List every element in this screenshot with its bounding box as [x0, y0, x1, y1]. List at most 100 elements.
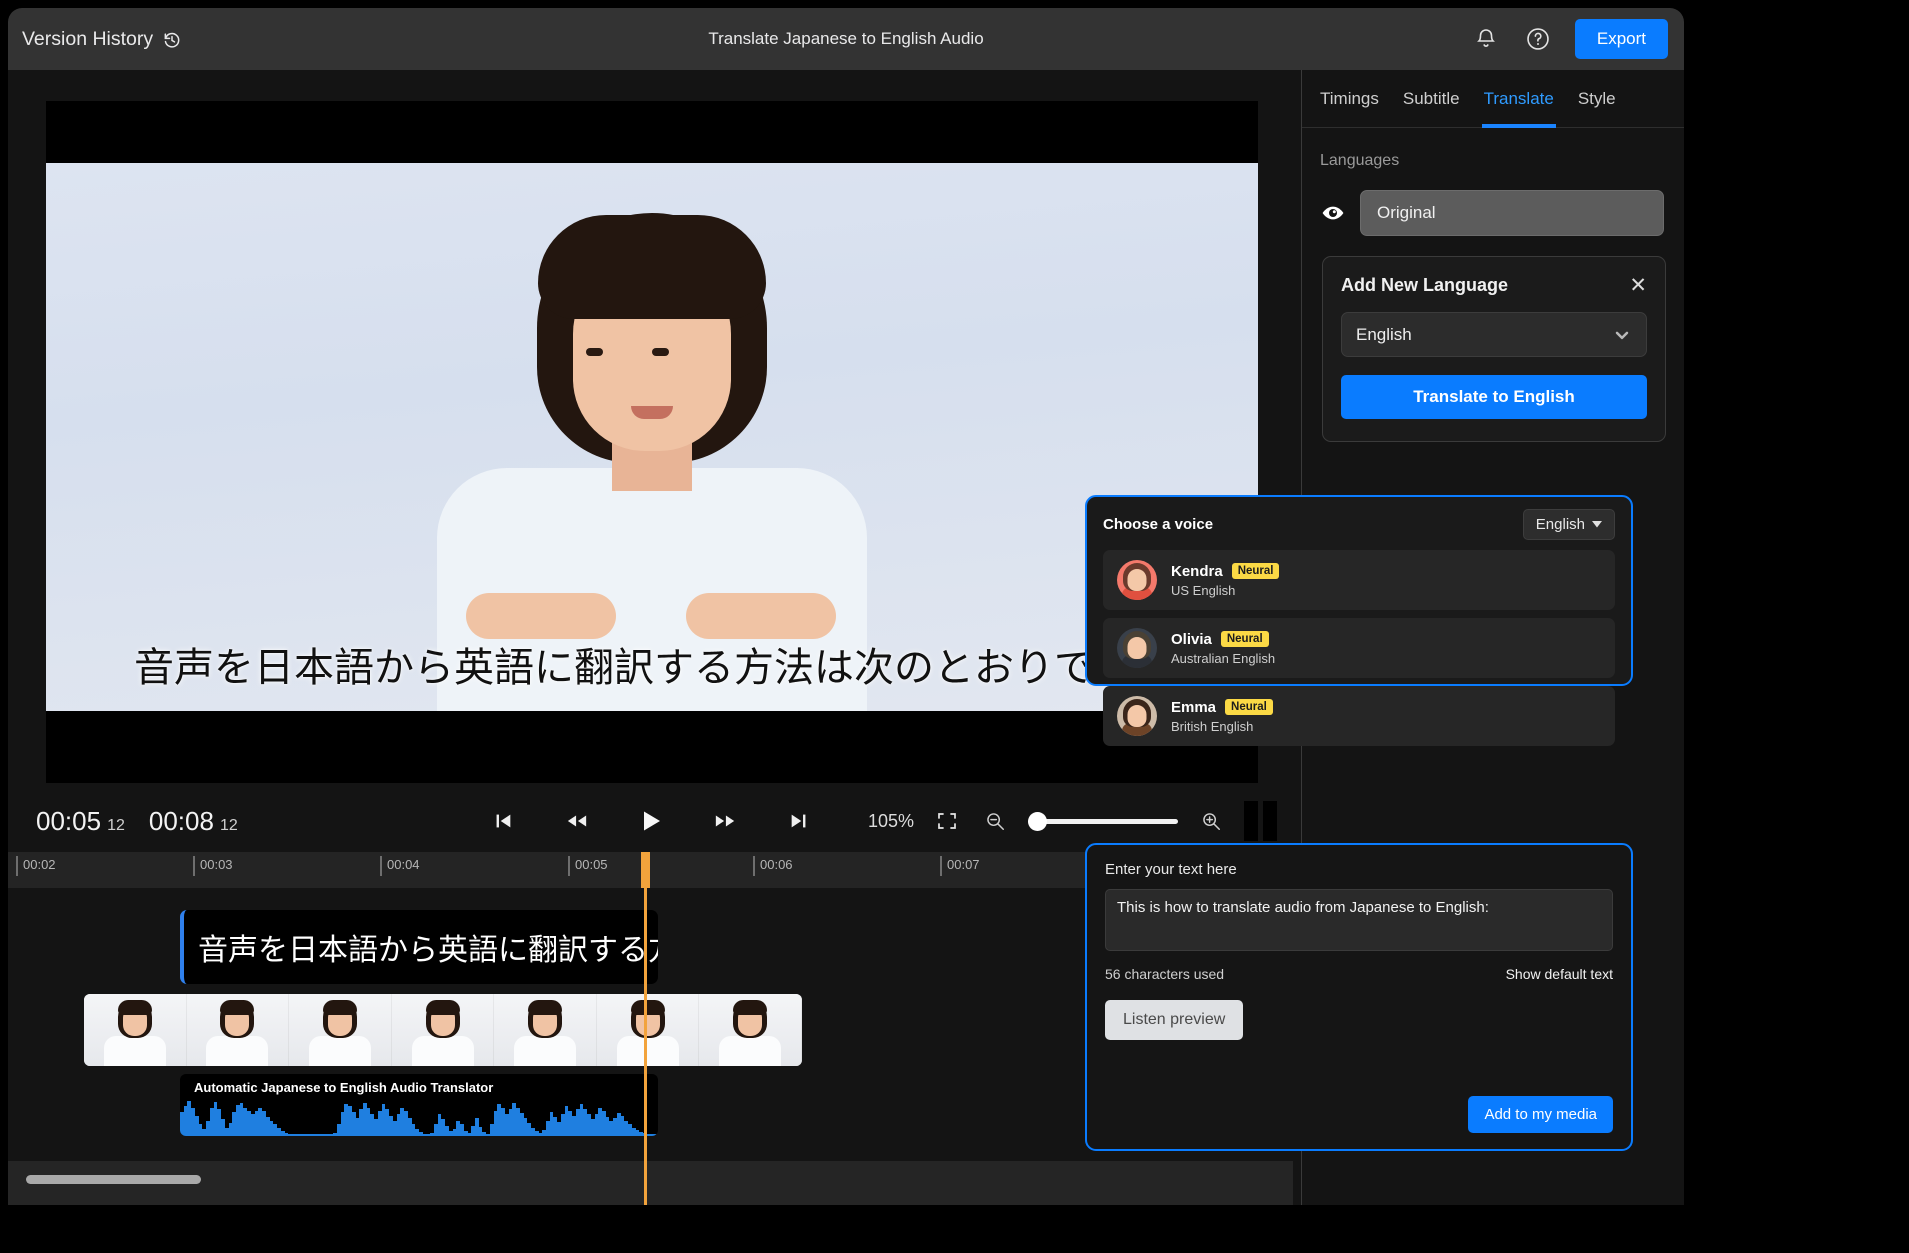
zoom-slider-knob[interactable] [1028, 812, 1047, 831]
current-time-value: 00:05 [36, 806, 101, 837]
voice-name: Kendra [1171, 563, 1223, 580]
waveform-bar [654, 1134, 658, 1136]
preview-subject-mouth [631, 406, 673, 419]
voice-item-emma[interactable]: EmmaNeuralBritish English [1103, 686, 1615, 746]
title-bar-actions: Export [1471, 8, 1668, 70]
subtitle-clip-text: 音声を日本語から英語に翻訳する方法は次のとお… [184, 925, 658, 969]
voice-item-kendra[interactable]: Kendra Neural US English [1103, 550, 1615, 610]
zoom-out-icon[interactable] [980, 806, 1010, 836]
tab-style[interactable]: Style [1566, 70, 1628, 128]
video-track-filmstrip[interactable] [84, 994, 802, 1066]
neural-badge: Neural [1232, 563, 1280, 579]
tab-timings[interactable]: Timings [1308, 70, 1391, 128]
language-select-value: English [1356, 325, 1412, 345]
thumb-body [309, 1036, 371, 1066]
avatar-emma [1117, 696, 1157, 736]
help-circle-icon[interactable] [1523, 24, 1553, 54]
show-default-text-link[interactable]: Show default text [1506, 966, 1613, 982]
thumb-body [104, 1036, 166, 1066]
neural-badge: Neural [1225, 699, 1273, 715]
thumb-fringe [118, 1000, 152, 1015]
voice-accent: US English [1171, 583, 1279, 598]
scrollbar-thumb[interactable] [26, 1175, 201, 1184]
ruler-tick: 00:03 [193, 856, 233, 876]
skip-to-start-button[interactable] [486, 804, 520, 838]
original-language-row: Original [1302, 170, 1684, 236]
voice-item-olivia[interactable]: OliviaNeuralAustralian English [1103, 618, 1615, 678]
close-icon[interactable]: ✕ [1629, 275, 1647, 296]
language-select[interactable]: English [1341, 312, 1647, 357]
panel-split-indicator [1244, 801, 1277, 841]
rewind-button[interactable] [560, 804, 594, 838]
version-history-button[interactable]: Version History [22, 28, 182, 51]
skip-to-end-button[interactable] [782, 804, 816, 838]
fullscreen-icon[interactable] [932, 806, 962, 836]
original-language-value: Original [1377, 203, 1436, 223]
eye-visible-icon[interactable] [1320, 200, 1346, 226]
filmstrip-thumbnail [289, 994, 392, 1066]
thumb-body [719, 1036, 781, 1066]
video-preview[interactable]: 音声を日本語から英語に翻訳する方法は次のとおりです。 [46, 101, 1258, 783]
text-entry-label: Enter your text here [1105, 861, 1613, 878]
choose-a-voice-card: Choose a voice English Kendra Neural US En… [1085, 495, 1633, 686]
thumb-fringe [528, 1000, 562, 1015]
play-button[interactable] [634, 804, 668, 838]
tab-subtitle[interactable]: Subtitle [1391, 70, 1472, 128]
subtitle-clip[interactable]: 音声を日本語から英語に翻訳する方法は次のとお… [180, 910, 658, 984]
thumb-body [206, 1036, 268, 1066]
languages-heading: Languages [1302, 128, 1684, 170]
thumb-body [514, 1036, 576, 1066]
current-time: 00:05 12 [36, 806, 125, 837]
tab-label: Style [1578, 89, 1616, 109]
avatar-olivia [1117, 628, 1157, 668]
choose-a-voice-title: Choose a voice [1103, 516, 1213, 533]
video-subtitle-overlay: 音声を日本語から英語に翻訳する方法は次のとおりです。 [46, 635, 1258, 693]
zoom-slider[interactable] [1028, 816, 1178, 826]
ruler-tick: 00:02 [16, 856, 56, 876]
filmstrip-thumbnail [494, 994, 597, 1066]
ruler-tick: 00:07 [940, 856, 980, 876]
caret-down-icon [1592, 521, 1602, 528]
current-time-frames: 12 [107, 817, 125, 835]
export-button[interactable]: Export [1575, 19, 1668, 59]
voice-name: Emma [1171, 699, 1216, 716]
audio-clip[interactable]: Automatic Japanese to English Audio Tran… [180, 1074, 658, 1136]
translate-to-english-button[interactable]: Translate to English [1341, 375, 1647, 419]
playhead-handle[interactable] [641, 852, 650, 888]
ruler-tick: 00:06 [753, 856, 793, 876]
title-bar: Version History Translate Japanese to En… [8, 8, 1684, 70]
fast-forward-button[interactable] [708, 804, 742, 838]
voice-name-row: Olivia Neural [1171, 631, 1275, 648]
filmstrip-thumbnail [187, 994, 290, 1066]
original-language-field[interactable]: Original [1360, 190, 1664, 236]
text-entry-input[interactable] [1105, 889, 1613, 951]
listen-preview-button[interactable]: Listen preview [1105, 1000, 1243, 1040]
preview-subject-fringe [538, 215, 766, 319]
thumb-fringe [426, 1000, 460, 1015]
thumb-fringe [631, 1000, 665, 1015]
playhead[interactable] [644, 852, 647, 1205]
letterbox-bottom [46, 711, 1258, 783]
chevron-down-icon [1612, 325, 1632, 345]
thumb-body [617, 1036, 679, 1066]
text-entry-card: Enter your text here 56 characters used … [1085, 843, 1633, 1151]
thumb-body [412, 1036, 474, 1066]
neural-badge: Neural [1221, 631, 1269, 647]
thumb-fringe [220, 1000, 254, 1015]
tab-label: Subtitle [1403, 89, 1460, 109]
app-window: Version History Translate Japanese to En… [8, 8, 1684, 1205]
voice-name: Olivia [1171, 631, 1212, 648]
characters-used-label: 56 characters used [1105, 966, 1224, 982]
notification-bell-icon[interactable] [1471, 24, 1501, 54]
audio-clip-label: Automatic Japanese to English Audio Tran… [194, 1080, 493, 1095]
avatar-kendra [1117, 560, 1157, 600]
zoom-in-icon[interactable] [1196, 806, 1226, 836]
voice-list: KendraNeuralUS EnglishOliviaNeuralAustra… [1103, 550, 1615, 746]
add-new-language-card: Add New Language ✕ English Translate to … [1322, 256, 1666, 442]
voice-language-filter-button[interactable]: English [1523, 509, 1615, 540]
tab-translate[interactable]: Translate [1472, 70, 1566, 128]
preview-subject-arm-left [466, 593, 616, 639]
ruler-tick: 00:05 [568, 856, 608, 876]
add-to-my-media-button[interactable]: Add to my media [1468, 1096, 1613, 1133]
timeline-horizontal-scrollbar[interactable] [8, 1161, 1293, 1205]
